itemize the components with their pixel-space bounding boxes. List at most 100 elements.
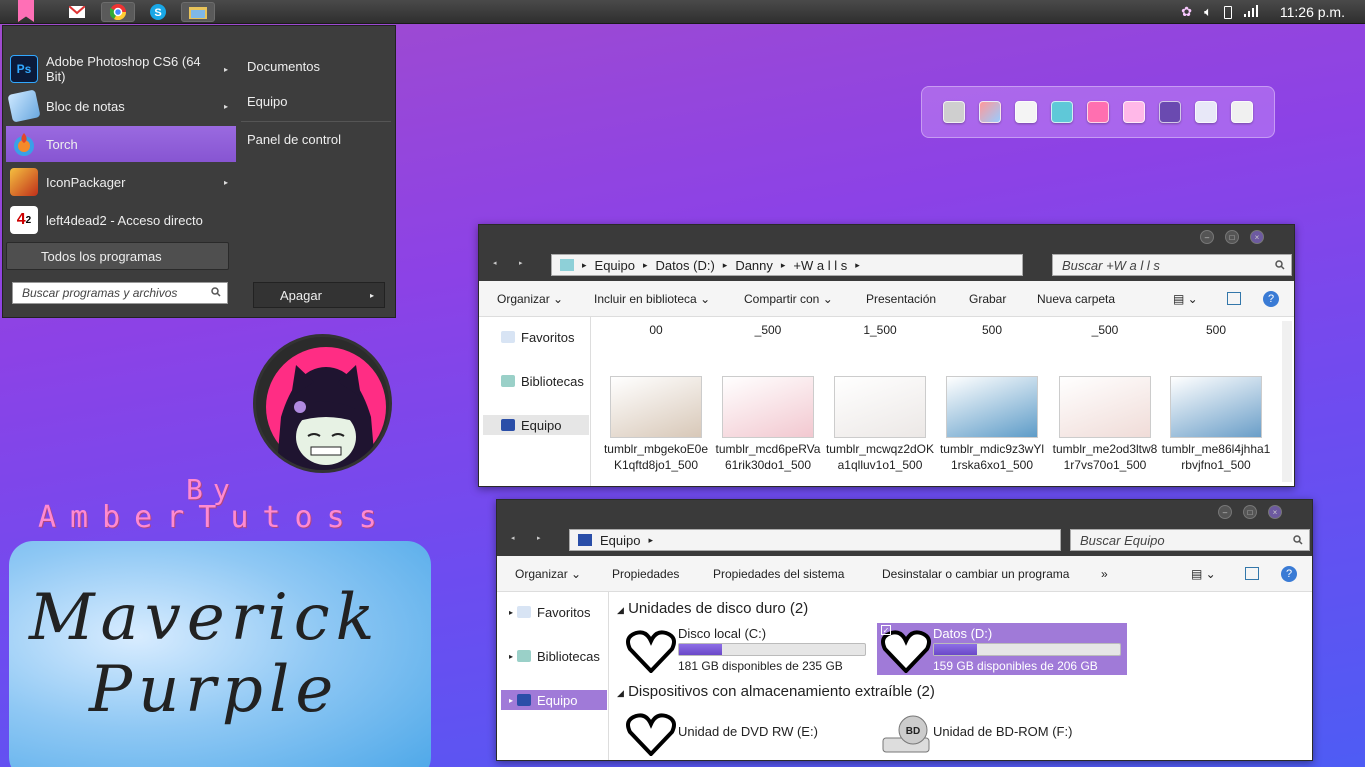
search-icon[interactable] (1275, 258, 1285, 273)
address-bar[interactable]: Equipo ▸ (569, 529, 1061, 551)
file-thumbnail[interactable] (1170, 376, 1262, 438)
place-panel-control[interactable]: Panel de control (247, 132, 341, 147)
view-options-icon[interactable]: ▤ ⌄ (1191, 567, 1216, 581)
back-button[interactable]: ◂ (511, 534, 515, 542)
file-name[interactable]: tumblr_me86l4jhha1rbvjfno1_500 (1161, 441, 1271, 473)
file-label-partial[interactable]: 500 (937, 322, 1047, 338)
expand-arrow-icon[interactable]: ▸ (509, 608, 513, 617)
start-search-input[interactable]: Buscar programas y archivos (12, 282, 228, 304)
file-thumbnail[interactable] (946, 376, 1038, 438)
shutdown-options-arrow-icon[interactable]: ▸ (370, 291, 374, 300)
close-button[interactable]: × (1268, 505, 1282, 519)
file-name[interactable]: tumblr_mcd6peRVa61rik30do1_500 (713, 441, 823, 473)
help-icon[interactable]: ? (1281, 566, 1297, 582)
nav-favorites[interactable]: ▸ Favoritos (501, 602, 607, 622)
skype-icon[interactable]: S (141, 2, 175, 22)
place-documentos[interactable]: Documentos (247, 59, 320, 74)
music-dock-icon[interactable] (1123, 101, 1145, 123)
notes-dock-icon[interactable] (1015, 101, 1037, 123)
search-icon[interactable] (211, 286, 221, 300)
file-label-partial[interactable]: _500 (1050, 322, 1160, 338)
battery-icon[interactable] (1223, 5, 1232, 19)
properties-button[interactable]: Propiedades (612, 567, 679, 581)
program-iconpackager[interactable]: IconPackager ▸ (6, 164, 236, 200)
file-name[interactable]: tumblr_me2od3ltw81r7vs70o1_500 (1050, 441, 1160, 473)
file-thumbnail[interactable] (610, 376, 702, 438)
file-label-partial[interactable]: 500 (1161, 322, 1271, 338)
breadcrumb-datos[interactable]: Datos (D:) (656, 258, 715, 273)
nav-computer[interactable]: Equipo (483, 415, 589, 435)
maximize-button[interactable]: □ (1243, 505, 1257, 519)
all-programs-button[interactable]: Todos los programas (6, 242, 229, 270)
program-left4dead2[interactable]: 42 left4dead2 - Acceso directo (6, 202, 236, 238)
file-thumbnail[interactable] (834, 376, 926, 438)
maximize-button[interactable]: □ (1225, 230, 1239, 244)
nav-computer[interactable]: ▸ Equipo (501, 690, 607, 710)
section-removable[interactable]: ◢ Dispositivos con almacenamiento extraí… (617, 683, 935, 700)
signal-icon[interactable] (1243, 4, 1258, 20)
address-bar[interactable]: ▸ Equipo ▸ Datos (D:) ▸ Danny ▸ +W a l l… (551, 254, 1023, 276)
gmail-icon[interactable] (60, 2, 94, 22)
system-properties-button[interactable]: Propiedades del sistema (713, 567, 844, 581)
include-library-button[interactable]: Incluir en biblioteca ⌄ (594, 292, 710, 306)
file-thumbnail[interactable] (722, 376, 814, 438)
forward-button[interactable]: ▸ (519, 259, 523, 267)
drive-c[interactable]: Disco local (C:) 181 GB disponibles de 2… (622, 623, 872, 675)
checkbox-icon[interactable]: ✓ (881, 625, 891, 635)
mail-dock-icon[interactable] (1231, 101, 1253, 123)
file-name[interactable]: tumblr_mdic9z3wYl1rska6xo1_500 (937, 441, 1047, 473)
file-name[interactable]: tumblr_mbgekoE0eK1qftd8jo1_500 (601, 441, 711, 473)
back-button[interactable]: ◂ (493, 259, 497, 267)
minimize-button[interactable]: – (1200, 230, 1214, 244)
view-options-icon[interactable]: ▤ ⌄ (1173, 292, 1198, 306)
breadcrumb-walls[interactable]: +W a l l s (793, 258, 847, 273)
vertical-scrollbar[interactable] (1282, 321, 1292, 482)
more-commands-button[interactable]: » (1101, 567, 1108, 581)
share-button[interactable]: Compartir con ⌄ (744, 292, 833, 306)
program-photoshop[interactable]: Ps Adobe Photoshop CS6 (64 Bit) ▸ (6, 50, 236, 88)
file-label-partial[interactable]: 1_500 (825, 322, 935, 338)
file-label-partial[interactable]: 00 (601, 322, 711, 338)
heart-dock-icon[interactable] (1087, 101, 1109, 123)
breadcrumb-danny[interactable]: Danny (735, 258, 773, 273)
volume-icon[interactable]: 🔈︎ (1204, 4, 1212, 20)
place-equipo[interactable]: Equipo (247, 94, 287, 109)
breadcrumb-equipo[interactable]: Equipo (600, 533, 640, 548)
gallery-dock-icon[interactable] (1159, 101, 1181, 123)
burn-button[interactable]: Grabar (969, 292, 1006, 306)
expand-arrow-icon[interactable]: ▸ (509, 652, 513, 661)
expand-arrow-icon[interactable]: ▸ (509, 696, 513, 705)
slideshow-button[interactable]: Presentación (866, 292, 936, 306)
close-button[interactable]: × (1250, 230, 1264, 244)
drive-d[interactable]: ✓ Datos (D:) 159 GB disponibles de 206 G… (877, 623, 1127, 675)
search-input[interactable]: Buscar Equipo (1070, 529, 1310, 551)
preview-pane-icon[interactable] (1227, 292, 1241, 305)
start-bookmark-icon[interactable] (18, 0, 34, 22)
nav-libraries[interactable]: ▸ Bibliotecas (501, 646, 607, 666)
flower-icon[interactable]: ✿ (1181, 4, 1192, 20)
explorer-icon[interactable] (181, 2, 215, 22)
organize-button[interactable]: Organizar ⌄ (497, 292, 563, 306)
file-thumbnail[interactable] (1059, 376, 1151, 438)
folder-dock-icon[interactable] (1051, 101, 1073, 123)
section-hard-drives[interactable]: ◢ Unidades de disco duro (2) (617, 600, 808, 617)
file-label-partial[interactable]: _500 (713, 322, 823, 338)
minimize-button[interactable]: – (1218, 505, 1232, 519)
nav-libraries[interactable]: Bibliotecas (483, 371, 589, 391)
program-torch[interactable]: Torch (6, 126, 236, 162)
shutdown-button[interactable]: Apagar ▸ (253, 282, 385, 308)
preview-pane-icon[interactable] (1245, 567, 1259, 580)
uninstall-program-button[interactable]: Desinstalar o cambiar un programa (882, 567, 1069, 581)
nav-favorites[interactable]: Favoritos (483, 327, 589, 347)
forward-button[interactable]: ▸ (537, 534, 541, 542)
program-notepad[interactable]: Bloc de notas ▸ (6, 88, 236, 124)
photos-dock-icon[interactable] (979, 101, 1001, 123)
calendar-dock-icon[interactable] (1195, 101, 1217, 123)
search-input[interactable]: Buscar +W a l l s (1052, 254, 1292, 276)
help-icon[interactable]: ? (1263, 291, 1279, 307)
clock[interactable]: 11:26 p.m. (1280, 4, 1345, 20)
file-name[interactable]: tumblr_mcwqz2dOKa1qlluv1o1_500 (825, 441, 935, 473)
chrome-icon[interactable] (101, 2, 135, 22)
drive-e-dvd[interactable]: Unidad de DVD RW (E:) (622, 706, 872, 756)
organize-button[interactable]: Organizar ⌄ (515, 567, 581, 581)
